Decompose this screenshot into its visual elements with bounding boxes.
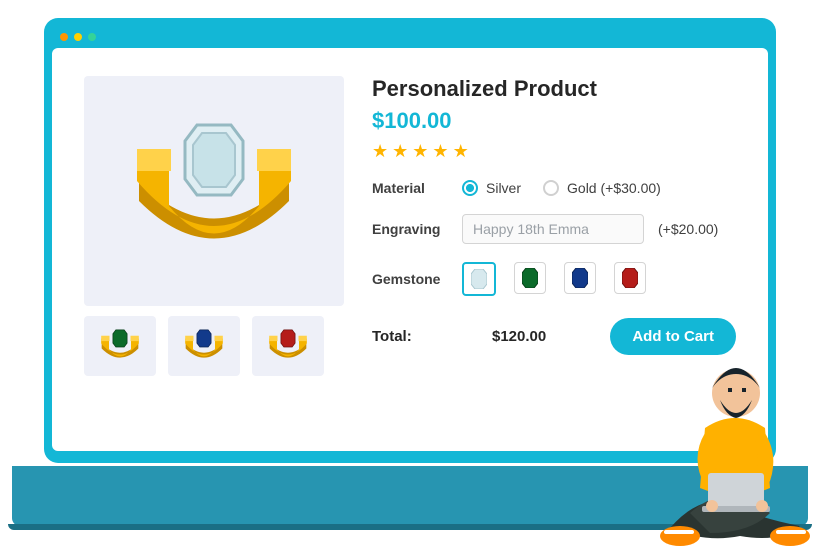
window-dot-green bbox=[88, 33, 96, 41]
star-icon: ★ bbox=[412, 142, 428, 160]
gemstone-label: Gemstone bbox=[372, 271, 462, 287]
option-row-material: Material Silver Gold (+$30.00) bbox=[372, 180, 736, 196]
option-row-gemstone: Gemstone bbox=[372, 262, 736, 296]
material-option-silver[interactable]: Silver bbox=[462, 180, 521, 196]
material-label: Material bbox=[372, 180, 462, 196]
engraving-surcharge: (+$20.00) bbox=[658, 221, 718, 237]
radio-icon bbox=[462, 180, 478, 196]
gemstone-swatches bbox=[462, 262, 646, 296]
gemstone-swatch-red[interactable] bbox=[614, 262, 646, 294]
window-titlebar bbox=[52, 26, 768, 48]
laptop-base bbox=[12, 466, 808, 526]
thumbnail-green[interactable] bbox=[84, 316, 156, 376]
star-icon: ★ bbox=[372, 142, 388, 160]
gallery-column bbox=[84, 76, 344, 427]
radio-icon bbox=[543, 180, 559, 196]
window-dot-red bbox=[60, 33, 68, 41]
details-column: Personalized Product $100.00 ★ ★ ★ ★ ★ M… bbox=[372, 76, 736, 427]
material-option-label: Silver bbox=[486, 180, 521, 196]
engraving-label: Engraving bbox=[372, 221, 462, 237]
gemstone-swatch-green[interactable] bbox=[514, 262, 546, 294]
star-icon: ★ bbox=[453, 142, 469, 160]
total-row: Total: $120.00 Add to Cart bbox=[372, 318, 736, 355]
app-screen: Personalized Product $100.00 ★ ★ ★ ★ ★ M… bbox=[52, 48, 768, 451]
add-to-cart-button[interactable]: Add to Cart bbox=[610, 318, 736, 355]
total-value: $120.00 bbox=[492, 328, 546, 345]
rating-stars: ★ ★ ★ ★ ★ bbox=[372, 142, 736, 160]
product-price: $100.00 bbox=[372, 108, 736, 134]
material-option-gold[interactable]: Gold (+$30.00) bbox=[543, 180, 661, 196]
thumbnail-blue[interactable] bbox=[168, 316, 240, 376]
thumbnail-row bbox=[84, 316, 344, 376]
laptop-frame: Personalized Product $100.00 ★ ★ ★ ★ ★ M… bbox=[44, 18, 776, 463]
material-option-label: Gold (+$30.00) bbox=[567, 180, 661, 196]
product-title: Personalized Product bbox=[372, 76, 736, 102]
window-dot-yellow bbox=[74, 33, 82, 41]
star-icon: ★ bbox=[432, 142, 448, 160]
total-label: Total: bbox=[372, 328, 462, 345]
option-row-engraving: Engraving (+$20.00) bbox=[372, 214, 736, 244]
engraving-input[interactable] bbox=[462, 214, 644, 244]
thumbnail-red[interactable] bbox=[252, 316, 324, 376]
ring-illustration bbox=[109, 101, 319, 281]
gemstone-swatch-clear[interactable] bbox=[462, 262, 496, 296]
star-icon: ★ bbox=[392, 142, 408, 160]
product-hero-image bbox=[84, 76, 344, 306]
gemstone-swatch-blue[interactable] bbox=[564, 262, 596, 294]
